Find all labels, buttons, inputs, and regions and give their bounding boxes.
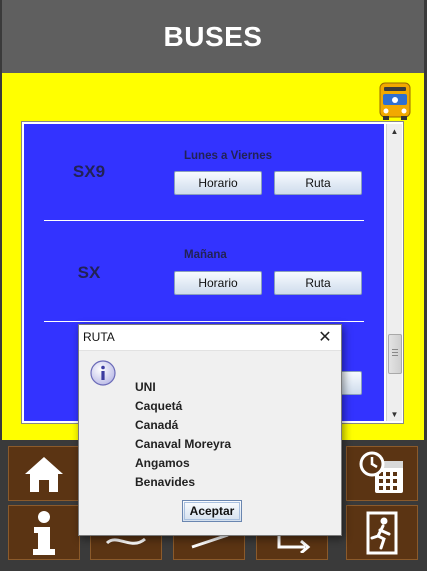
dialog-title: RUTA — [83, 330, 115, 344]
row-separator — [44, 220, 364, 221]
home-icon — [25, 456, 63, 492]
route-name: SX9 — [72, 162, 106, 181]
exit-button[interactable] — [346, 505, 418, 560]
route-stop: Canadá — [135, 418, 179, 432]
route-stop: UNI — [135, 380, 156, 394]
scroll-down-arrow-icon[interactable]: ▼ — [387, 407, 402, 421]
route-button[interactable]: Ruta — [274, 271, 362, 295]
route-name: SX — [77, 263, 101, 282]
app-header: BUSES — [2, 0, 424, 73]
route-dialog: RUTA ✕ UNI Caquetá Canadá Canaval Moreyr… — [78, 324, 342, 536]
app-window: BUSES SX9 Lunes a Viernes Horario Ruta S… — [0, 0, 427, 571]
route-stop-list: UNI Caquetá Canadá Canaval Moreyra Angam… — [135, 378, 231, 492]
bus-icon — [379, 82, 411, 120]
scroll-up-arrow-icon[interactable]: ▲ — [387, 124, 402, 138]
info-icon — [33, 510, 55, 555]
schedule-button[interactable]: Horario — [174, 171, 262, 195]
exit-icon — [366, 511, 398, 554]
route-stop: Canaval Moreyra — [135, 437, 232, 451]
dialog-title-bar[interactable]: RUTA ✕ — [79, 325, 341, 351]
calendar-clock-icon — [359, 451, 403, 493]
vertical-scrollbar[interactable]: ▲ ▼ — [386, 124, 402, 421]
route-stop: Benavides — [135, 475, 196, 489]
info-circle-icon — [90, 360, 116, 386]
schedule-button[interactable]: Horario — [174, 271, 262, 295]
schedule-calendar-button[interactable] — [346, 446, 418, 501]
route-button[interactable]: Ruta — [274, 171, 362, 195]
route-days: Lunes a Viernes — [184, 150, 272, 162]
home-button[interactable] — [8, 446, 80, 501]
route-stop: Angamos — [135, 456, 190, 470]
scroll-thumb[interactable] — [388, 334, 402, 374]
route-days: Mañana — [184, 249, 227, 261]
row-separator — [44, 321, 364, 322]
accept-button[interactable]: Aceptar — [182, 500, 242, 522]
info-button[interactable] — [8, 505, 80, 560]
close-icon[interactable]: ✕ — [315, 327, 335, 347]
page-title: BUSES — [163, 20, 263, 52]
route-stop: Caquetá — [135, 399, 183, 413]
